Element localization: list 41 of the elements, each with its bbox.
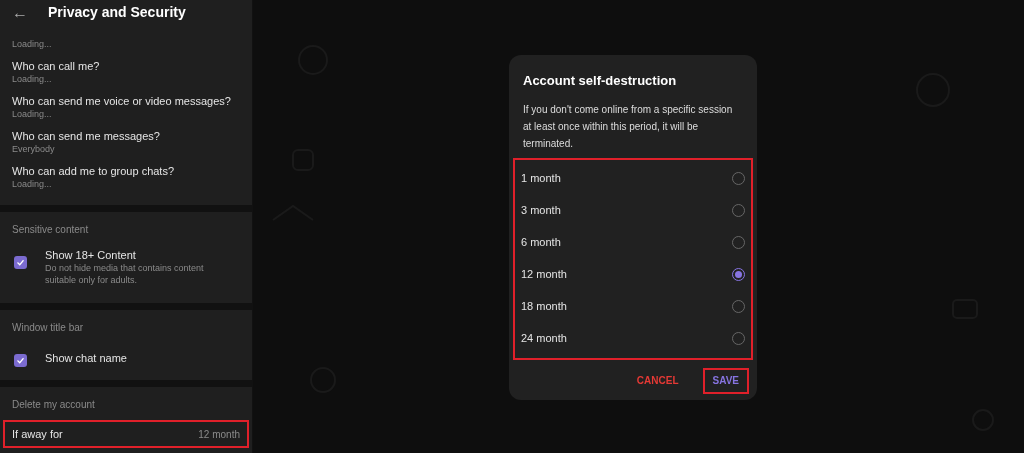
setting-title: Who can add me to group chats? [12, 164, 176, 178]
setting-value: Loading... [12, 178, 53, 191]
checkbox[interactable] [14, 256, 27, 269]
dialog-message: If you don't come online from a specific session at least once within this period, it will be terminated. [522, 102, 734, 151]
radio-option[interactable]: 1 month [515, 162, 751, 195]
cancel-button[interactable]: CANCEL [626, 367, 689, 394]
radio-option[interactable]: 3 month [515, 194, 751, 227]
privacy-setting-row[interactable]: Who can send me messages? Everybody [0, 129, 252, 156]
check-icon [16, 258, 25, 267]
panel-title: Privacy and Security [48, 3, 186, 22]
radio-option[interactable]: 12 month [515, 258, 751, 291]
checkbox-row[interactable]: Show chat name [0, 343, 252, 374]
privacy-setting-row[interactable]: Who can call me? Loading... [0, 59, 252, 86]
setting-title: Who can send me messages? [12, 129, 161, 143]
privacy-setting-row[interactable]: Who can add me to group chats? Loading... [0, 164, 252, 191]
setting-value: Everybody [12, 143, 56, 156]
checkbox-label: Show chat name [45, 351, 127, 365]
checkbox-row[interactable]: Show 18+ Content Do not hide media that contains content suitable only for adults. [0, 245, 252, 297]
section-heading: Delete my account [11, 398, 96, 412]
check-icon [16, 356, 25, 365]
save-button[interactable]: SAVE [702, 367, 749, 394]
setting-value: 12 month [198, 427, 240, 442]
checkbox-description: Do not hide media that contains content suitable only for adults. [45, 262, 205, 287]
setting-value: Loading... [12, 73, 53, 86]
setting-value: Loading... [12, 38, 53, 51]
section-heading: Sensitive content [11, 223, 90, 237]
checkbox[interactable] [14, 354, 27, 367]
radio-option[interactable]: 18 month [515, 290, 751, 323]
section-heading: Window title bar [11, 321, 85, 335]
setting-title: Who can call me? [12, 59, 101, 73]
checkbox-label: Show 18+ Content [45, 248, 137, 262]
privacy-setting-row[interactable]: Who can send me voice or video messages? Loading... [0, 94, 252, 121]
setting-value: Loading... [12, 108, 53, 121]
dialog-title: Account self-destruction [522, 72, 678, 90]
setting-row[interactable]: If away for 12 month [3, 420, 249, 448]
privacy-setting-row[interactable]: Loading... [0, 38, 252, 51]
back-button[interactable]: ← [12, 4, 28, 21]
radio-option[interactable]: 6 month [515, 226, 751, 259]
setting-title: Who can send me voice or video messages? [12, 94, 232, 108]
setting-label: If away for [12, 426, 63, 442]
radio-option[interactable]: 24 month [515, 322, 751, 355]
